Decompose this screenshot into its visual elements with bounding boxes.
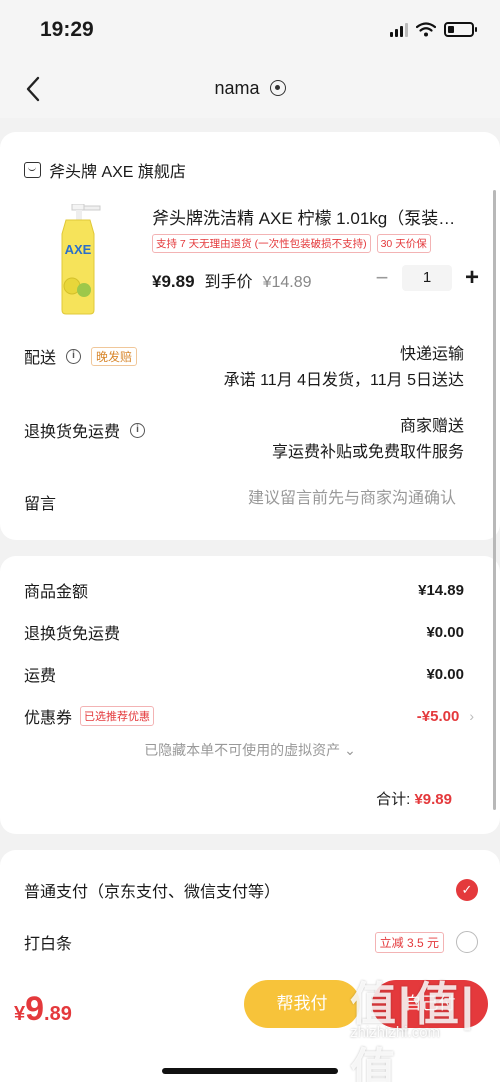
price-row: ¥9.89 到手价 ¥14.89 (152, 268, 312, 292)
home-indicator (162, 1068, 338, 1074)
return-fee-value: ¥0.00 (426, 623, 464, 641)
hidden-assets-note: 已隐藏本单不可使用的虚拟资产 (144, 742, 341, 758)
return-label-row: 退换货免运费 i (24, 418, 146, 442)
shop-name: 斧头牌 AXE 旗舰店 (49, 164, 186, 181)
chevron-right-icon: › (469, 708, 474, 724)
delivery-label-row: 配送 i 晚发赔 (24, 344, 138, 368)
coupon-value-group: -¥5.00 › (417, 708, 474, 725)
return-shipping-label: 退换货免运费 (24, 424, 121, 441)
hidden-assets-toggle[interactable]: 已隐藏本单不可使用的虚拟资产 ⌄ (0, 740, 500, 760)
check-icon[interactable]: ✓ (456, 879, 478, 901)
info-icon[interactable]: i (130, 422, 146, 438)
quantity-stepper: − 1 + (374, 264, 480, 292)
return-shipping-line1: 商家赠送 (399, 418, 464, 435)
product-tags: 支持 7 天无理由退货 (一次性包装破损不支持) 30 天价保 (152, 234, 431, 253)
help-pay-button[interactable]: 帮我付 (244, 980, 360, 1028)
status-icons (390, 22, 477, 37)
quantity-input[interactable]: 1 (402, 265, 452, 291)
payment-option-normal[interactable]: 普通支付（京东支付、微信支付等） ✓ (24, 878, 478, 902)
nav-bar: nama (0, 60, 500, 118)
watermark-url: zhizhizhi.com (350, 1024, 441, 1041)
delivery-promise: 承诺 11月 4日发货，11月 5日送达 (223, 372, 464, 389)
total-value: ¥9.89 (414, 791, 452, 808)
coupon-label-group: 优惠券 已选推荐优惠 (24, 704, 155, 728)
status-bar: 19:29 (0, 0, 500, 60)
nav-title[interactable]: nama (0, 78, 500, 99)
freight-value: ¥0.00 (426, 665, 464, 683)
payment-option-baitiao-label: 打白条 (24, 936, 73, 953)
coupon-row[interactable]: 优惠券 已选推荐优惠 -¥5.00 › (24, 704, 474, 728)
radio-unchecked[interactable] (456, 931, 478, 953)
late-compensation-tag: 晚发赔 (91, 346, 138, 366)
order-card: 斧头牌 AXE 旗舰店 AXE 斧头牌洗洁精 AXE 柠檬 1.01kg（泵装…… (0, 132, 500, 540)
price-integer: 9 (25, 990, 45, 1028)
scrollbar[interactable] (493, 190, 496, 810)
bottom-price: ¥9.89 (14, 990, 72, 1029)
shop-icon (24, 162, 41, 178)
payment-option-normal-label: 普通支付（京东支付、微信支付等） (24, 884, 281, 901)
coupon-label: 优惠券 (24, 710, 73, 727)
svg-text:AXE: AXE (65, 242, 92, 257)
info-icon[interactable]: i (66, 348, 82, 364)
delivery-info[interactable]: 快递运输 承诺 11月 4日发货，11月 5日送达 (224, 342, 464, 394)
return-fee-row: 退换货免运费 ¥0.00 (24, 620, 464, 644)
decrease-button[interactable]: − (374, 265, 390, 291)
summary-card: 商品金额 ¥14.89 退换货免运费 ¥0.00 运费 ¥0.00 优惠券 已选… (0, 556, 500, 834)
discount-tag: 立减 3.5 元 (374, 931, 444, 953)
goods-amount-label: 商品金额 (24, 584, 89, 601)
bottom-bar: ¥9.89 帮我付 自己付 值|值|值 zhizhizhi.com (0, 968, 500, 1082)
total-label: 合计: (376, 791, 411, 808)
message-label-row: 留言 (24, 490, 56, 514)
total-row: 合计: ¥9.89 (376, 788, 452, 809)
location-icon (269, 80, 286, 96)
coupon-tag: 已选推荐优惠 (80, 706, 155, 726)
increase-button[interactable]: + (464, 264, 480, 292)
currency-symbol: ¥ (14, 1003, 26, 1025)
return-fee-label: 退换货免运费 (24, 626, 121, 643)
coupon-value: -¥5.00 (416, 707, 460, 725)
message-input[interactable]: 建议留言前先与商家沟通确认 (248, 486, 456, 512)
message-label: 留言 (24, 496, 57, 513)
chevron-down-icon: ⌄ (344, 742, 356, 758)
original-price: ¥14.89 (262, 274, 312, 291)
return-shipping-info: 商家赠送 享运费补贴或免费取件服务 (272, 414, 464, 466)
freight-row: 运费 ¥0.00 (24, 662, 464, 686)
return-policy-tag: 支持 7 天无理由退货 (一次性包装破损不支持) (152, 234, 371, 253)
message-placeholder: 建议留言前先与商家沟通确认 (247, 490, 456, 507)
freight-label: 运费 (24, 668, 57, 685)
shop-row[interactable]: 斧头牌 AXE 旗舰店 (24, 158, 186, 182)
delivery-method: 快递运输 (399, 346, 464, 363)
goods-amount-row: 商品金额 ¥14.89 (24, 578, 464, 602)
final-price: ¥9.89 (152, 272, 195, 291)
product-image[interactable]: AXE (48, 204, 108, 316)
wifi-icon (416, 22, 436, 37)
return-shipping-line2: 享运费补贴或免费取件服务 (271, 444, 464, 461)
signal-icon (390, 22, 408, 37)
price-decimal: .89 (44, 1003, 72, 1025)
status-time: 19:29 (40, 18, 94, 41)
delivery-label: 配送 (24, 350, 57, 367)
product-title[interactable]: 斧头牌洗洁精 AXE 柠檬 1.01kg（泵装… (152, 204, 472, 229)
nav-title-text: nama (214, 78, 260, 98)
battery-icon (444, 22, 477, 37)
goods-amount-value: ¥14.89 (418, 581, 464, 599)
price-suffix: 到手价 (204, 274, 253, 291)
price-protect-tag: 30 天价保 (376, 234, 431, 253)
baitiao-right: 立减 3.5 元 (374, 931, 478, 953)
payment-option-baitiao[interactable]: 打白条 立减 3.5 元 (24, 930, 478, 954)
